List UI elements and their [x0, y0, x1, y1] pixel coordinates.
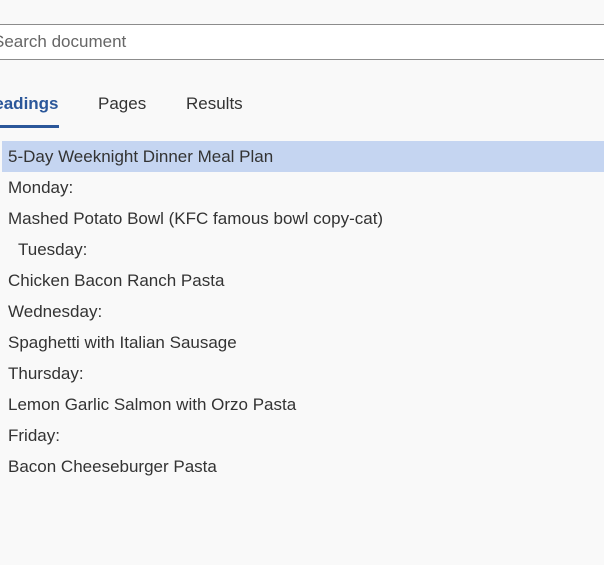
headings-list: 5-Day Weeknight Dinner Meal Plan Monday:…: [0, 141, 604, 482]
search-input[interactable]: [0, 25, 604, 59]
heading-item-friday-recipe[interactable]: Bacon Cheeseburger Pasta: [0, 451, 604, 482]
heading-item-friday[interactable]: Friday:: [0, 420, 604, 451]
tab-pages-label: Pages: [98, 94, 147, 113]
heading-item-thursday-recipe[interactable]: Lemon Garlic Salmon with Orzo Pasta: [0, 389, 604, 420]
heading-item-wednesday-recipe[interactable]: Spaghetti with Italian Sausage: [0, 327, 604, 358]
tab-results[interactable]: Results: [186, 84, 243, 128]
heading-item-thursday[interactable]: Thursday:: [0, 358, 604, 389]
navigation-pane: Headings Pages Results 5-Day Weeknight D…: [0, 0, 604, 565]
heading-item-tuesday[interactable]: Tuesday:: [0, 234, 604, 265]
heading-item-wednesday[interactable]: Wednesday:: [0, 296, 604, 327]
tab-results-label: Results: [186, 94, 243, 113]
heading-item-title[interactable]: 5-Day Weeknight Dinner Meal Plan: [2, 141, 604, 172]
heading-item-monday-recipe[interactable]: Mashed Potato Bowl (KFC famous bowl copy…: [0, 203, 604, 234]
tab-headings[interactable]: Headings: [0, 84, 59, 128]
tab-headings-label: Headings: [0, 94, 59, 113]
tab-pages[interactable]: Pages: [98, 84, 146, 128]
heading-item-monday[interactable]: Monday:: [0, 172, 604, 203]
search-box[interactable]: [0, 24, 604, 60]
nav-tabs: Headings Pages Results: [0, 84, 604, 130]
heading-item-tuesday-recipe[interactable]: Chicken Bacon Ranch Pasta: [0, 265, 604, 296]
